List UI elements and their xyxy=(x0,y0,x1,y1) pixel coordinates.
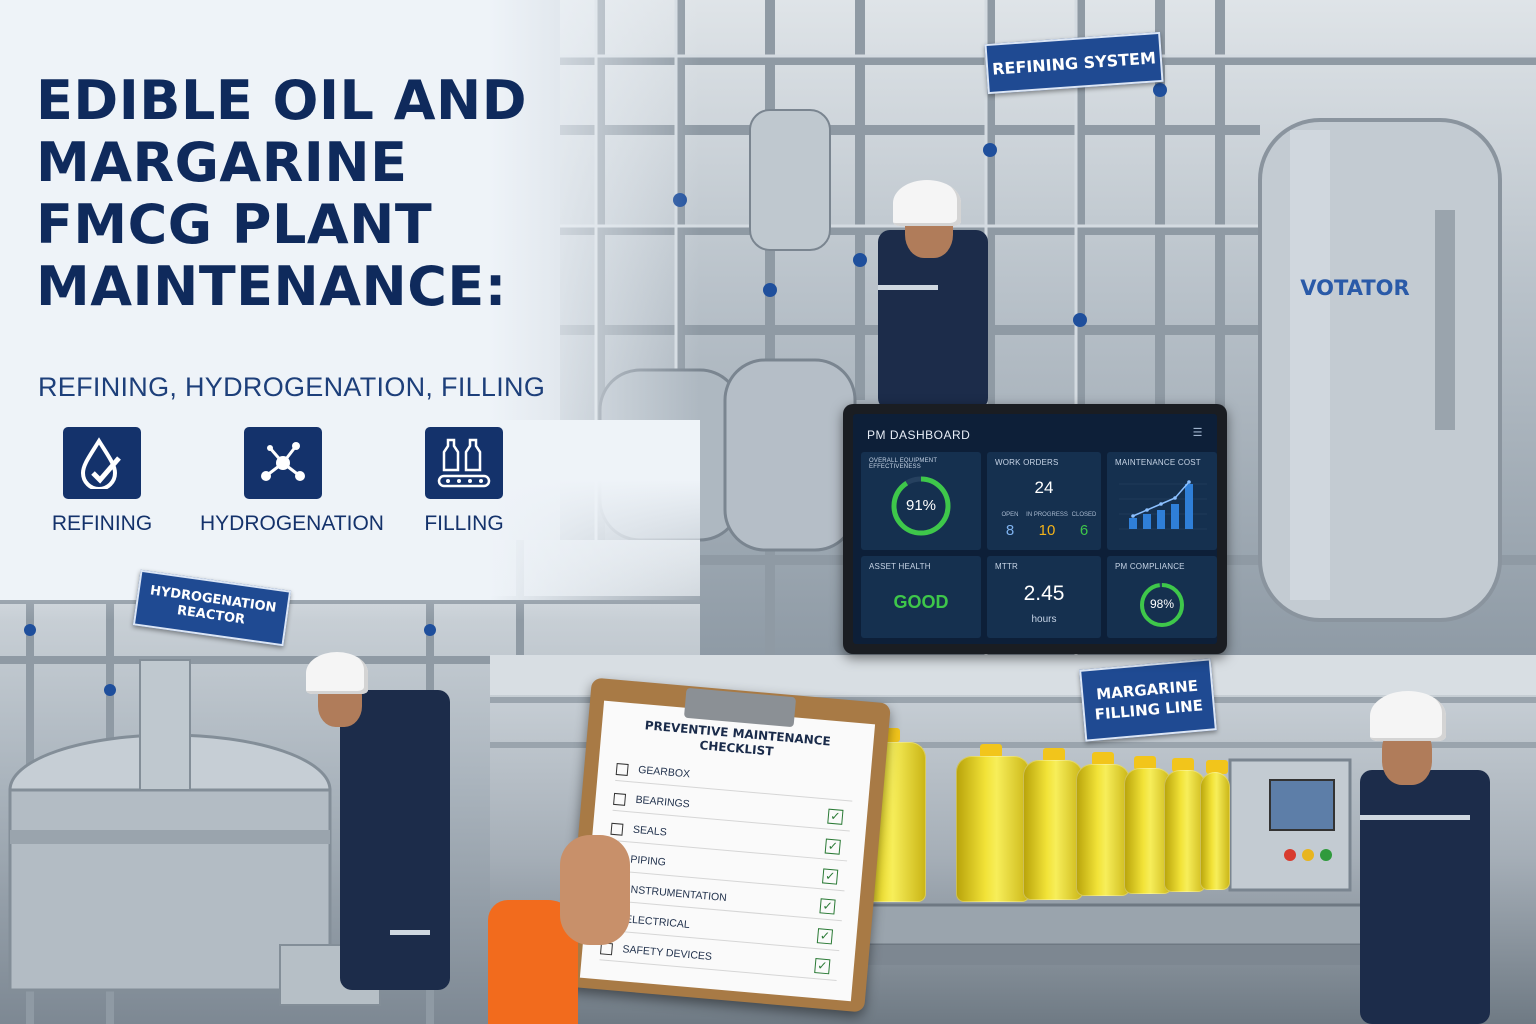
category-label-filling: FILLING xyxy=(424,512,504,535)
pm-dashboard-tablet[interactable]: PM DASHBOARD ☰ OVERALL EQUIPMENT EFFECTI… xyxy=(843,404,1227,654)
checklist-title: PREVENTIVE MAINTENANCE CHECKLIST xyxy=(644,718,832,759)
reflective-stripe xyxy=(390,930,430,935)
mttr-value: 2.45 xyxy=(1023,582,1065,605)
closed-value: 6 xyxy=(1079,522,1089,539)
pm-compliance-label: PM COMPLIANCE xyxy=(1115,562,1185,571)
work-orders-open: OPEN 8 xyxy=(995,512,1025,539)
mttr-card[interactable]: MTTR 2.45 hours xyxy=(987,556,1101,638)
checklist-item-label: SEALS xyxy=(632,823,668,839)
mttr-unit: hours xyxy=(1031,614,1057,625)
checklist-item-label: BEARINGS xyxy=(635,793,691,811)
pm-dashboard: PM DASHBOARD ☰ OVERALL EQUIPMENT EFFECTI… xyxy=(853,414,1217,644)
asset-health-value: GOOD xyxy=(893,592,949,612)
checkmark-icon[interactable]: ✓ xyxy=(814,958,831,975)
molecule-icon xyxy=(244,427,322,499)
checklist-item-label: ELECTRICAL xyxy=(624,913,691,931)
closed-label: CLOSED xyxy=(1071,512,1097,518)
pm-compliance-value: 98% xyxy=(1149,597,1175,611)
sign-margarine-filling-line: MARGARINE FILLING LINE xyxy=(1079,658,1217,742)
work-orders-total: 24 xyxy=(1034,478,1054,497)
open-label: OPEN xyxy=(1001,512,1019,518)
oil-bottle xyxy=(1076,764,1130,896)
maintenance-cost-card[interactable]: MAINTENANCE COST xyxy=(1107,452,1217,550)
oil-bottle xyxy=(1200,772,1230,890)
dashboard-header: PM DASHBOARD ☰ xyxy=(861,424,1209,446)
work-orders-card[interactable]: WORK ORDERS 24 OPEN 8 IN PROGRESS 10 CLO… xyxy=(987,452,1101,550)
asset-health-label: ASSET HEALTH xyxy=(869,562,931,571)
checkmark-icon[interactable]: ✓ xyxy=(827,808,844,825)
reflective-stripe xyxy=(1360,815,1470,820)
maintenance-cost-chart xyxy=(1119,480,1207,530)
checkmark-icon[interactable]: ✓ xyxy=(819,898,836,915)
checklist-item-label: PIPING xyxy=(629,853,667,869)
oee-label: OVERALL EQUIPMENT EFFECTIVENESS xyxy=(869,458,938,470)
checkbox-icon[interactable] xyxy=(613,792,627,806)
category-label-hydrogenation: HYDROGENATION xyxy=(200,512,384,535)
oee-card[interactable]: OVERALL EQUIPMENT EFFECTIVENESS 91% xyxy=(861,452,981,550)
work-orders-closed: CLOSED 6 xyxy=(1069,512,1099,539)
page-title: EDIBLE OIL AND MARGARINE FMCG PLANT MAIN… xyxy=(36,69,528,318)
worker-hydrogenation xyxy=(340,690,450,990)
dashboard-title: PM DASHBOARD xyxy=(867,428,971,442)
hard-hat-icon xyxy=(893,180,961,226)
in-progress-label: IN PROGRESS xyxy=(1026,512,1068,518)
checkmark-icon[interactable]: ✓ xyxy=(816,928,834,945)
oee-value: 91% xyxy=(905,497,937,514)
page-subtitle: REFINING, HYDROGENATION, FILLING xyxy=(38,372,546,402)
category-filling xyxy=(425,427,503,499)
bottles-conveyor-icon xyxy=(425,427,503,499)
mttr-label: MTTR xyxy=(995,562,1019,571)
pm-compliance-card[interactable]: PM COMPLIANCE 98% xyxy=(1107,556,1217,638)
hard-hat-icon xyxy=(306,652,368,694)
checkbox-icon[interactable] xyxy=(615,762,629,776)
category-refining xyxy=(63,427,141,499)
work-orders-in-progress: IN PROGRESS 10 xyxy=(1025,512,1069,539)
hand xyxy=(560,835,630,945)
asset-health-card[interactable]: ASSET HEALTH GOOD xyxy=(861,556,981,638)
votator-label: VOTATOR xyxy=(1300,276,1410,300)
checklist-item-label: INSTRUMENTATION xyxy=(627,883,728,905)
checkmark-icon[interactable]: ✓ xyxy=(822,868,839,885)
checklist-item-label: GEARBOX xyxy=(637,763,691,781)
in-progress-value: 10 xyxy=(1038,522,1056,539)
reflective-stripe xyxy=(878,285,938,290)
checkbox-icon[interactable] xyxy=(610,822,624,836)
maintenance-cost-label: MAINTENANCE COST xyxy=(1115,458,1201,467)
menu-icon[interactable]: ☰ xyxy=(1193,426,1203,439)
open-value: 8 xyxy=(1005,522,1015,539)
checkmark-icon[interactable]: ✓ xyxy=(824,838,841,855)
oil-drop-check-icon xyxy=(63,427,141,499)
oil-bottle xyxy=(1023,760,1083,900)
category-label-refining: REFINING xyxy=(51,512,153,535)
checklist-item-label: SAFETY DEVICES xyxy=(621,943,713,963)
oil-bottle xyxy=(956,756,1030,902)
hard-hat-icon xyxy=(1370,691,1446,741)
category-hydrogenation xyxy=(244,427,322,499)
work-orders-label: WORK ORDERS xyxy=(995,458,1059,467)
worker-filling xyxy=(1360,770,1490,1024)
